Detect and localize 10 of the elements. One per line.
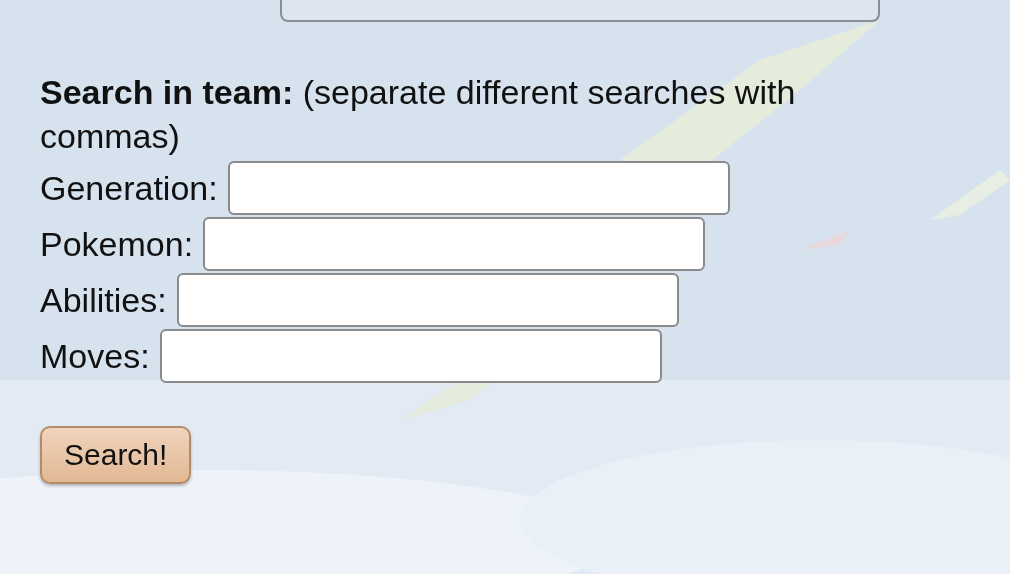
field-label: Generation: [40,168,218,208]
input-field[interactable] [159,329,662,384]
input-field[interactable] [176,273,679,328]
input-field[interactable] [203,217,706,272]
input-field[interactable] [227,161,730,216]
search-instructions: Search in team: (separate different searches with commas) [40,72,797,158]
field-label: Moves: [40,336,150,376]
field-label: Abilities: [40,280,167,320]
field-label: Pokemon: [40,224,194,264]
search-button[interactable]: Search! [40,426,192,485]
